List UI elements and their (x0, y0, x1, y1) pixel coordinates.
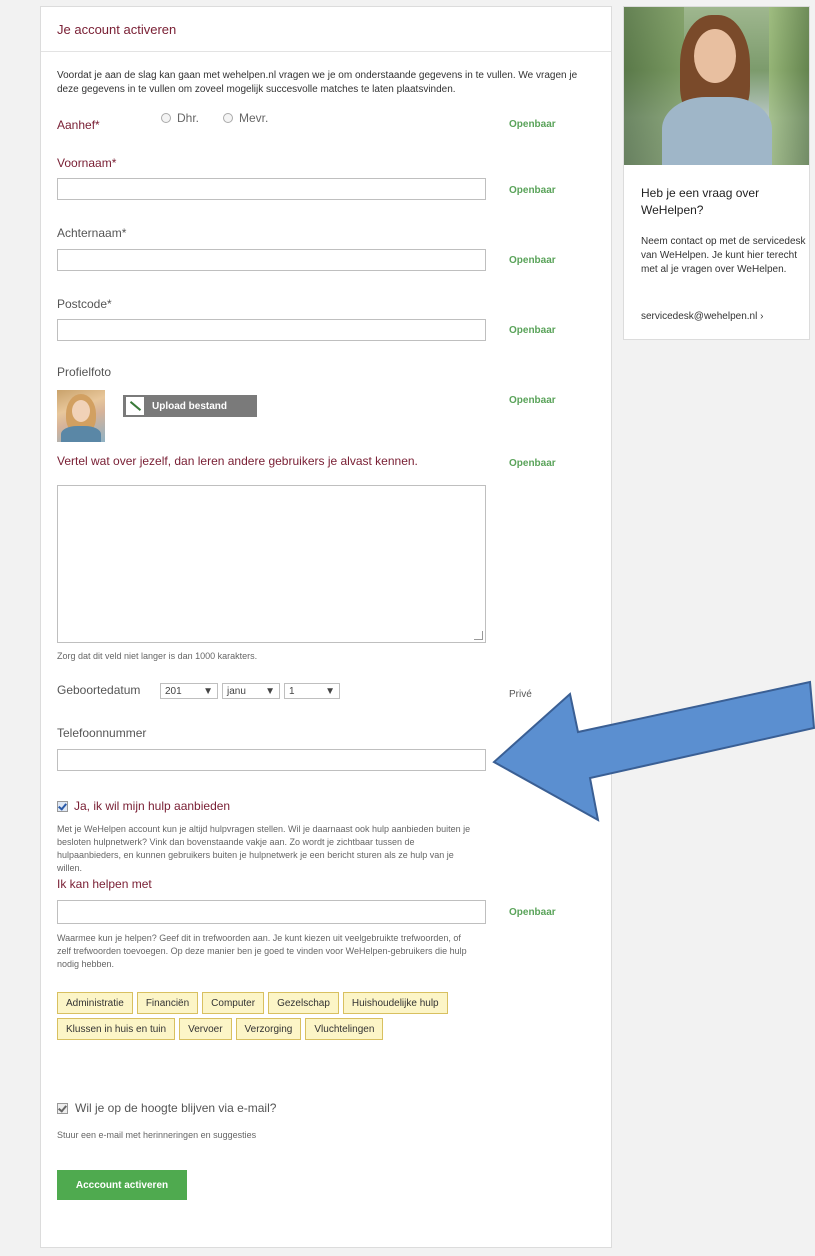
servicedesk-email-link[interactable]: servicedesk@wehelpen.nl › (641, 311, 763, 322)
help-with-hint: Waarmee kun je helpen? Geef dit in trefw… (57, 933, 467, 969)
salutation-label: Aanhef* (57, 118, 100, 132)
first-name-label: Voornaam* (57, 156, 117, 170)
last-name-visibility: Openbaar (509, 255, 556, 266)
activate-account-button[interactable]: Acccount activeren (57, 1170, 187, 1200)
postcode-visibility: Openbaar (509, 325, 556, 336)
resize-handle-icon[interactable] (474, 631, 483, 640)
birth-month-value: janu (227, 685, 246, 697)
phone-input[interactable] (57, 749, 486, 771)
tag-verzorging[interactable]: Verzorging (235, 1018, 302, 1040)
upload-button-label: Upload bestand (152, 400, 228, 412)
offer-help-checkbox[interactable] (57, 800, 68, 812)
chevron-down-icon: ▼ (203, 685, 213, 697)
radio-dhr[interactable] (161, 113, 171, 123)
tag-list: Administratie Financiën Computer Gezelsc… (57, 992, 517, 1044)
account-form-panel: Je account activeren Voordat je aan de s… (40, 6, 612, 1248)
email-updates-label: Wil je op de hoogte blijven via e-mail? (75, 1101, 277, 1115)
pencil-icon (126, 397, 144, 415)
first-name-visibility: Openbaar (509, 185, 556, 196)
photo-label: Profielfoto (57, 365, 112, 379)
birth-day-select[interactable]: 1 ▼ (284, 683, 340, 699)
tag-administratie[interactable]: Administratie (57, 992, 133, 1014)
birth-year-value: 201 (165, 685, 182, 697)
offer-help-label: Ja, ik wil mijn hulp aanbieden (74, 799, 231, 813)
offer-help-description: Met je WeHelpen account kun je altijd hu… (57, 824, 471, 873)
photo-visibility: Openbaar (509, 395, 556, 406)
radio-mevr[interactable] (223, 113, 234, 123)
about-textarea[interactable] (57, 485, 486, 643)
about-label: Vertel wat over jezelf, dan leren andere… (57, 454, 418, 468)
last-name-input[interactable] (57, 249, 486, 271)
chevron-right-icon: › (760, 311, 764, 322)
radio-dhr-label: Dhr. (177, 111, 200, 125)
servicedesk-email: servicedesk@wehelpen.nl (641, 311, 758, 322)
help-with-visibility: Openbaar (509, 907, 556, 918)
about-hint: Zorg dat dit veld niet langer is dan 100… (57, 651, 258, 661)
upload-button[interactable]: Upload bestand (123, 395, 257, 417)
phone-label: Telefoonnummer (57, 726, 147, 740)
email-updates-row: Wil je op de hoogte blijven via e-mail? (57, 1101, 276, 1115)
chevron-down-icon: ▼ (325, 685, 335, 697)
help-with-label: Ik kan helpen met (57, 877, 152, 891)
sidebar-text: Neem contact op met de servicedesk van W… (641, 236, 806, 275)
about-visibility: Openbaar (509, 458, 556, 469)
sidebar-heading: Heb je een vraag over WeHelpen? (641, 186, 760, 217)
tag-financien[interactable]: Financiën (136, 992, 199, 1014)
birth-day-value: 1 (289, 685, 295, 697)
offer-help-row: Ja, ik wil mijn hulp aanbieden (57, 799, 230, 813)
chevron-down-icon: ▼ (265, 685, 275, 697)
tag-vluchtelingen[interactable]: Vluchtelingen (305, 1018, 384, 1040)
salutation-radio-group: Dhr. Mevr. (161, 111, 268, 125)
tag-computer[interactable]: Computer (202, 992, 265, 1014)
arrow-annotation-icon (492, 680, 815, 822)
last-name-label: Achternaam* (57, 226, 127, 240)
salutation-visibility: Openbaar (509, 119, 556, 130)
birthdate-label: Geboortedatum (57, 683, 141, 697)
help-sidebar: Heb je een vraag over WeHelpen? Neem con… (623, 6, 810, 340)
servicedesk-photo (624, 7, 809, 165)
radio-mevr-label: Mevr. (239, 111, 269, 125)
first-name-input[interactable] (57, 178, 486, 200)
email-updates-checkbox[interactable] (57, 1102, 68, 1114)
postcode-label: Postcode* (57, 297, 112, 311)
page-title: Je account activeren (57, 22, 177, 37)
tag-klussen[interactable]: Klussen in huis en tuin (57, 1018, 176, 1040)
birth-year-select[interactable]: 201 ▼ (160, 683, 218, 699)
birth-month-select[interactable]: janu ▼ (222, 683, 280, 699)
postcode-input[interactable] (57, 319, 486, 341)
intro-text: Voordat je aan de slag kan gaan met wehe… (57, 70, 578, 95)
help-with-input[interactable] (57, 900, 486, 924)
tag-vervoer[interactable]: Vervoer (179, 1018, 232, 1040)
tag-huishoudelijke-hulp[interactable]: Huishoudelijke hulp (342, 992, 448, 1014)
profile-photo (57, 390, 105, 442)
email-updates-hint: Stuur een e-mail met herinneringen en su… (57, 1130, 257, 1140)
tag-gezelschap[interactable]: Gezelschap (268, 992, 339, 1014)
